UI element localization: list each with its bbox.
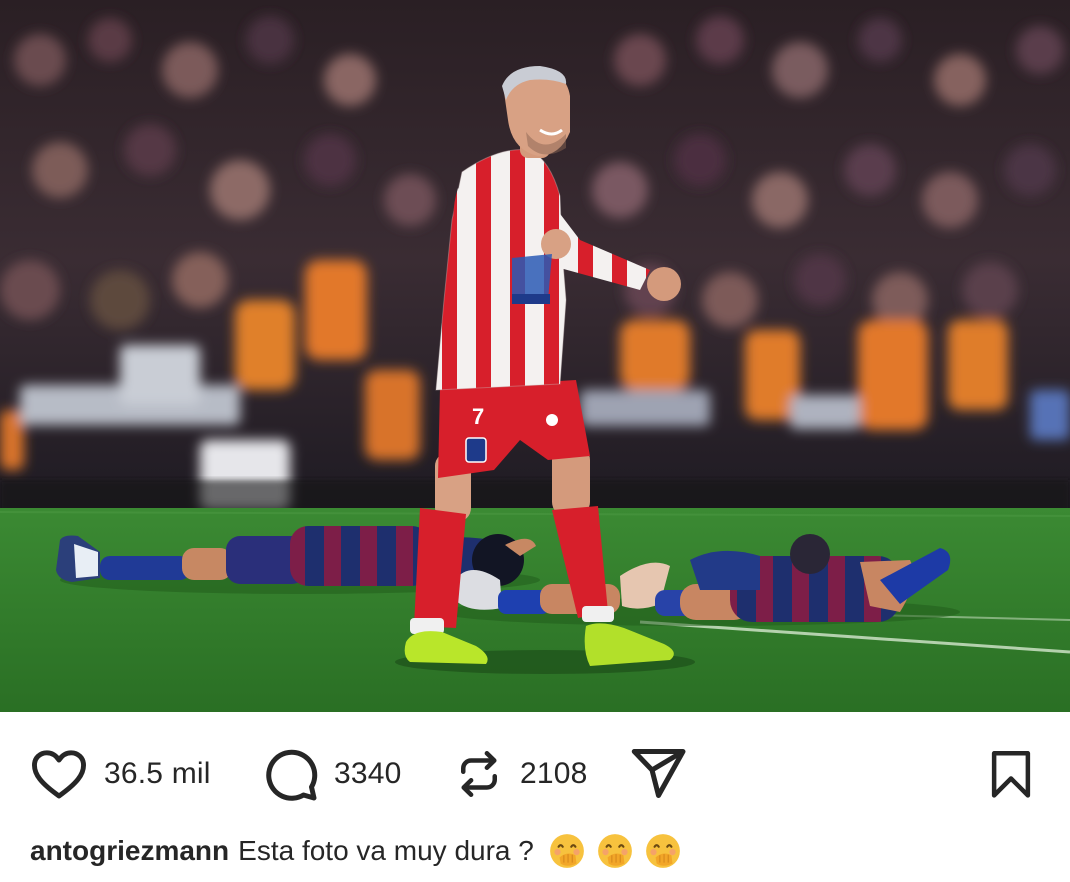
like-button[interactable]: 36.5 mil [28, 742, 211, 806]
caption-emojis [548, 832, 682, 870]
shirt-number: 7 [472, 404, 484, 429]
comment-count: 3340 [334, 757, 402, 790]
post-action-bar: 36.5 mil 3340 2108 [0, 712, 1070, 832]
hand-over-mouth-emoji [645, 834, 680, 868]
comment-button[interactable]: 3340 [260, 742, 402, 806]
heart-icon [32, 750, 86, 799]
hand-over-mouth-emoji [597, 834, 632, 868]
repost-button[interactable]: 2108 [452, 742, 588, 806]
instagram-post: 7 36.5 mil 3340 2108 antogriezmann Esta … [0, 0, 1070, 882]
comment-bubble-icon [266, 749, 318, 801]
post-caption: antogriezmann Esta foto va muy dura ? [30, 826, 682, 876]
username-link[interactable]: antogriezmann [30, 835, 229, 867]
repost-icon [461, 751, 497, 797]
football-photo: 7 [0, 0, 1070, 712]
send-paper-plane-icon [631, 749, 686, 798]
repost-count: 2108 [520, 757, 588, 790]
share-button[interactable] [628, 742, 688, 806]
bookmark-icon [991, 751, 1031, 798]
caption-text: Esta foto va muy dura ? [238, 835, 534, 866]
post-photo[interactable]: 7 [0, 0, 1070, 712]
save-button[interactable] [984, 742, 1038, 806]
hand-over-mouth-emoji [549, 834, 584, 868]
like-count: 36.5 mil [104, 757, 211, 790]
